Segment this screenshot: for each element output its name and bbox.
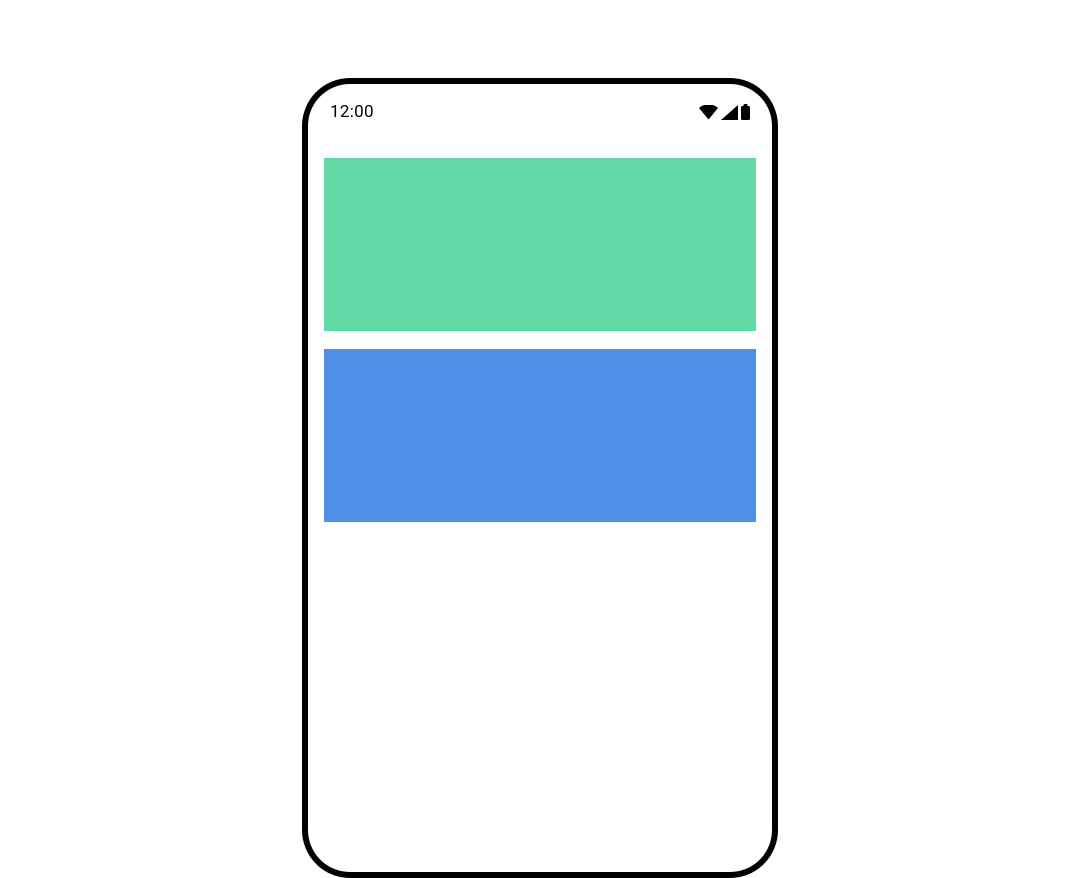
- content-area: [308, 128, 772, 522]
- status-bar: 12:00: [308, 84, 772, 128]
- battery-icon: [741, 104, 750, 120]
- wifi-icon: [699, 105, 718, 120]
- status-icons: [699, 104, 750, 120]
- green-block: [324, 158, 756, 331]
- signal-icon: [721, 105, 738, 120]
- phone-frame: 12:00: [302, 78, 778, 878]
- status-time: 12:00: [330, 102, 374, 122]
- blue-block: [324, 349, 756, 522]
